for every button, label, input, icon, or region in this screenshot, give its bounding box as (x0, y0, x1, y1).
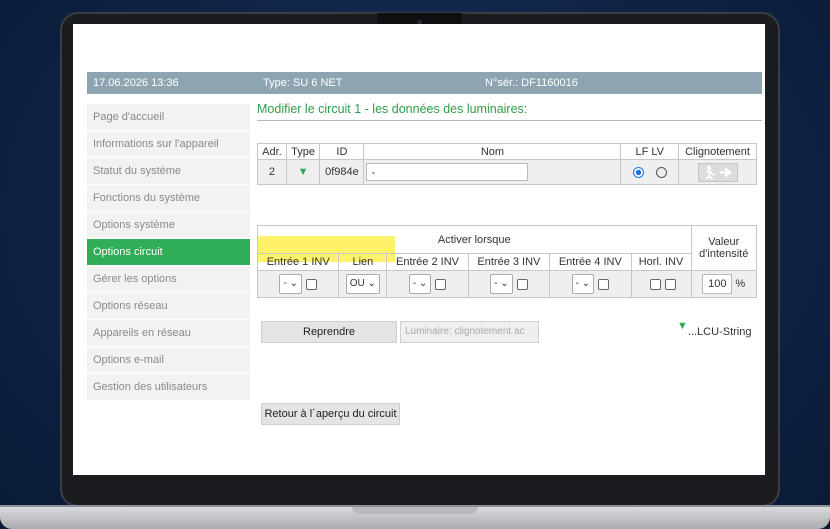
cell-horl (630, 270, 692, 298)
activation-table: Activer lorsque Valeur d'intensité Entré… (256, 225, 758, 298)
lf-radio[interactable] (632, 166, 644, 178)
entree1-select[interactable]: - ⌄ (279, 274, 302, 294)
reprendre-button[interactable]: Reprendre (261, 321, 397, 343)
main-content: Modifier le circuit 1 - les données des … (256, 102, 762, 425)
cell-entree3: - ⌄ (467, 270, 551, 298)
luminaire-table: Adr. Type ID Nom LF LV Clignotement 2 ▼ … (257, 143, 757, 185)
col-header-clignotement: Clignotement (678, 143, 757, 160)
header-device-type: Type: SU 6 NET (263, 77, 343, 89)
exit-sign-icon[interactable] (697, 162, 738, 182)
entree4-select[interactable]: - ⌄ (571, 274, 595, 294)
percent-unit: % (735, 277, 746, 290)
sidebar-item-network-options[interactable]: Options réseau (87, 293, 250, 320)
col-header-adr: Adr. (257, 143, 287, 160)
entree2-inv-checkbox[interactable] (435, 278, 447, 290)
sidebar-item-user-management[interactable]: Gestion des utilisateurs (87, 374, 250, 401)
chevron-down-icon: ⌄ (289, 278, 298, 289)
header-serial-number: N°sér.: DF1160016 (485, 77, 578, 89)
chevron-down-icon: ⌄ (500, 278, 509, 289)
col-header-lflv: LF LV (620, 143, 679, 160)
header-datetime: 17.06.2026 13:36 (93, 77, 179, 89)
lien-value: OU (349, 278, 365, 289)
cell-entree1: - ⌄ (256, 270, 340, 298)
laptop-hinge (352, 507, 478, 514)
intensity-input[interactable]: 100 (702, 274, 733, 294)
entree3-inv-checkbox[interactable] (516, 278, 528, 290)
col-header-type: Type (285, 143, 321, 160)
col-header-nom: Nom (363, 143, 622, 160)
cell-entree4: - ⌄ (549, 270, 632, 298)
intensite-label: d'intensité (699, 248, 749, 260)
table-row: 2 ▼ 0f984e - (257, 159, 757, 185)
col-header-entree1: Entrée 1 INV (256, 253, 340, 271)
horl-checkbox[interactable] (650, 278, 662, 290)
chevron-down-icon: ⌄ (367, 278, 376, 289)
entree2-select[interactable]: - ⌄ (408, 274, 432, 294)
name-field[interactable]: - (366, 163, 529, 181)
valeur-intensite-header: Valeur d'intensité (690, 225, 758, 271)
sidebar-item-system-options[interactable]: Options système (87, 212, 250, 239)
lien-select[interactable]: OU ⌄ (345, 274, 380, 294)
sidebar-item-circuit-options[interactable]: Options circuit (87, 239, 250, 266)
retour-button[interactable]: Retour à l´aperçu du circuit (261, 403, 400, 425)
cell-intensite: 100 % (690, 270, 758, 298)
horl-inv-checkbox[interactable] (665, 278, 677, 290)
col-header-lien: Lien (338, 253, 388, 271)
cell-lien: OU ⌄ (338, 270, 388, 298)
chevron-down-icon: ⌄ (581, 278, 591, 289)
col-header-entree2: Entrée 2 INV (386, 253, 469, 271)
activer-lorsque-header: Activer lorsque (257, 225, 692, 254)
luminaire-icon: ▼ (297, 166, 309, 178)
chevron-down-icon: ⌄ (418, 278, 428, 289)
sidebar-item-system-functions[interactable]: Fonctions du système (87, 185, 250, 212)
cell-adr: 2 (257, 159, 287, 185)
entree2-value: - (412, 278, 417, 289)
cell-clignotement (678, 159, 757, 185)
lv-radio[interactable] (655, 166, 667, 178)
page-title: Modifier le circuit 1 - les données des … (257, 102, 762, 121)
header-bar: 17.06.2026 13:36 Type: SU 6 NET N°sér.: … (87, 72, 762, 94)
entree4-inv-checkbox[interactable] (598, 278, 610, 290)
sidebar-item-network-devices[interactable]: Appareils en réseau (87, 320, 250, 347)
col-header-id: ID (319, 143, 365, 160)
table-row: - ⌄ OU ⌄ - ⌄ - ⌄ - ⌄ 100 % (256, 270, 758, 298)
entree1-value: - (283, 278, 287, 289)
cell-entree2: - ⌄ (386, 270, 469, 298)
valeur-label: Valeur (708, 236, 740, 248)
entree1-inv-checkbox[interactable] (305, 278, 317, 290)
luminaire-icon: ▼ (677, 320, 688, 332)
luminaire-blink-button[interactable]: Luminaire: clignotement ac (400, 321, 539, 343)
sidebar: Page d'accueil Informations sur l'appare… (87, 104, 250, 401)
entree3-value: - (494, 278, 498, 289)
sidebar-item-system-status[interactable]: Statut du système (87, 158, 250, 185)
sidebar-item-device-info[interactable]: Informations sur l'appareil (87, 131, 250, 158)
cell-nom: - (363, 159, 622, 185)
col-header-horl: Horl. INV (630, 253, 692, 271)
sidebar-item-email-options[interactable]: Options e-mail (87, 347, 250, 374)
entree4-value: - (575, 278, 579, 289)
cell-id: 0f984e (319, 159, 365, 185)
col-header-entree4: Entrée 4 INV (549, 253, 632, 271)
col-header-entree3: Entrée 3 INV (467, 253, 551, 271)
sidebar-item-home[interactable]: Page d'accueil (87, 104, 250, 131)
sidebar-item-manage-options[interactable]: Gérer les options (87, 266, 250, 293)
entree3-select[interactable]: - ⌄ (490, 274, 513, 294)
lcu-string: ▼...LCU-String (677, 320, 752, 338)
screen: 17.06.2026 13:36 Type: SU 6 NET N°sér.: … (73, 24, 765, 475)
cell-type: ▼ (285, 159, 321, 185)
cell-lflv (620, 159, 679, 185)
lcu-string-label: ...LCU-String (687, 326, 752, 338)
